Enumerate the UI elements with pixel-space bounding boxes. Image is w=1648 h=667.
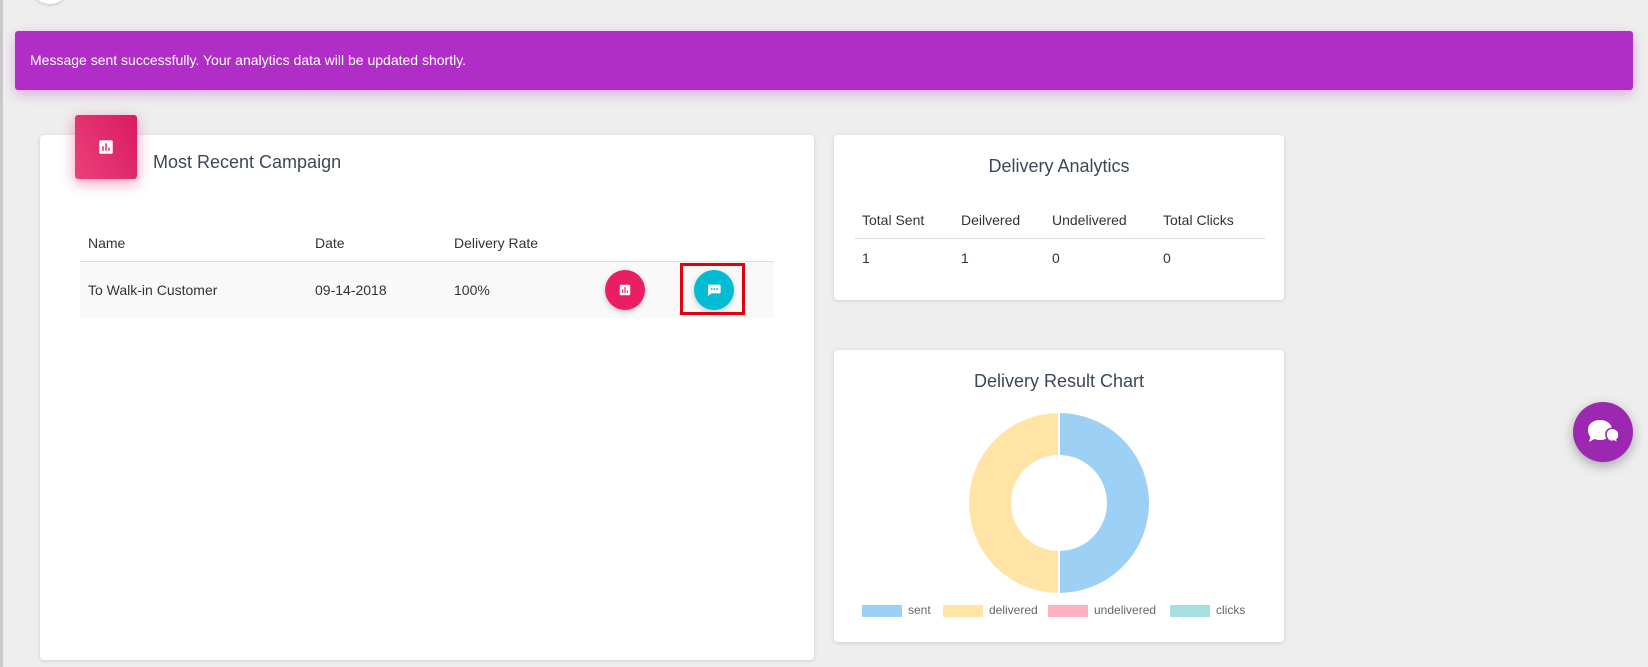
banner-message: Message sent successfully. Your analytic… [30, 52, 467, 68]
campaign-name: To Walk-in Customer [88, 282, 218, 298]
slice-sent[interactable] [1058, 410, 1151, 596]
legend-label-clicks[interactable]: clicks [1216, 603, 1245, 617]
chart-legend: sent delivered undelivered clicks [834, 603, 1284, 617]
left-edge [0, 0, 3, 667]
legend-swatch-delivered[interactable] [943, 605, 983, 617]
legend-label-sent[interactable]: sent [908, 603, 931, 617]
slice-delivered[interactable] [967, 410, 1060, 596]
column-header-name: Name [88, 235, 126, 251]
chat-button[interactable] [1573, 402, 1633, 462]
total-sent-value: 1 [862, 250, 870, 266]
campaign-date: 09-14-2018 [315, 282, 387, 298]
recent-campaign-card [40, 135, 814, 660]
recent-campaign-title: Most Recent Campaign [153, 152, 342, 172]
chat-bubbles-icon [1588, 420, 1620, 445]
view-analytics-button[interactable] [605, 270, 645, 310]
donut-chart [967, 410, 1151, 596]
avatar[interactable] [30, 0, 70, 4]
highlight-box [680, 263, 745, 315]
campaign-delivery-rate: 100% [454, 282, 490, 298]
legend-swatch-clicks[interactable] [1170, 605, 1210, 617]
legend-label-undelivered[interactable]: undelivered [1094, 603, 1156, 617]
column-header-delivery-rate: Delivery Rate [454, 235, 539, 251]
column-header-date: Date [315, 235, 345, 251]
legend-swatch-sent[interactable] [862, 605, 902, 617]
delivery-analytics-title: Delivery Analytics [988, 156, 1130, 176]
legend-swatch-undelivered[interactable] [1048, 605, 1088, 617]
column-header-total-clicks: Total Clicks [1163, 212, 1234, 228]
bar-chart-icon [75, 115, 137, 179]
analytics-header-divider [855, 238, 1265, 239]
undelivered-value: 0 [1052, 250, 1060, 266]
legend-label-delivered[interactable]: delivered [989, 603, 1038, 617]
total-clicks-value: 0 [1163, 250, 1171, 266]
bar-chart-icon [619, 284, 631, 296]
delivery-chart-title: Delivery Result Chart [973, 371, 1145, 391]
delivered-value: 1 [961, 250, 969, 266]
column-header-total-sent: Total Sent [862, 212, 925, 228]
column-header-delivered: Deilvered [961, 212, 1021, 228]
column-header-undelivered: Undelivered [1052, 212, 1127, 228]
success-banner: Message sent successfully. Your analytic… [15, 31, 1633, 90]
